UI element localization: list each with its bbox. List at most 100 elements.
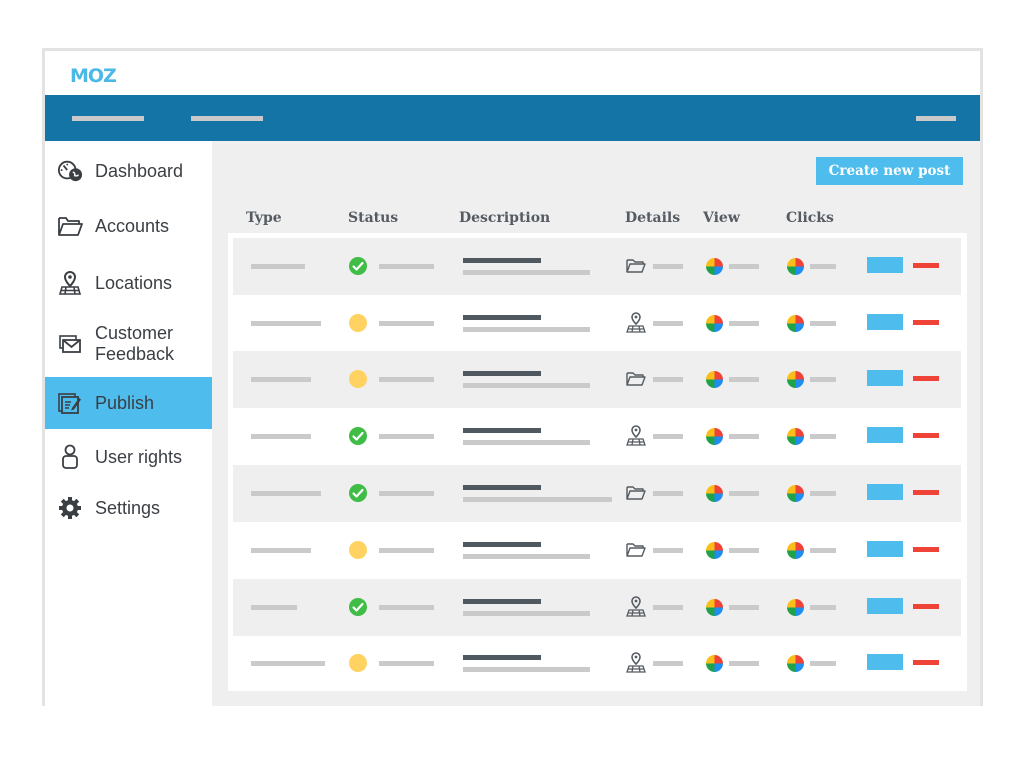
delete-post-button[interactable] xyxy=(913,263,939,268)
view-count-placeholder xyxy=(729,661,759,666)
edit-post-button[interactable] xyxy=(867,654,903,670)
sidebar-label: User rights xyxy=(95,446,183,467)
delete-post-button[interactable] xyxy=(913,490,939,495)
status-text-placeholder xyxy=(379,321,434,326)
clicks-pie-chart-icon xyxy=(787,655,804,672)
edit-post-button[interactable] xyxy=(867,314,903,330)
table-row[interactable] xyxy=(233,635,961,692)
table-row[interactable] xyxy=(233,465,961,522)
edit-post-button[interactable] xyxy=(867,257,903,273)
column-header-view[interactable]: View xyxy=(703,210,740,226)
location-pin-map-icon xyxy=(625,652,647,674)
description-text-placeholder xyxy=(463,270,590,275)
sidebar-item-settings[interactable]: Settings xyxy=(45,490,212,526)
location-pin-map-icon xyxy=(625,596,647,618)
edit-post-button[interactable] xyxy=(867,598,903,614)
table-row[interactable] xyxy=(233,238,961,295)
clicks-pie-chart-icon xyxy=(787,485,804,502)
user-icon xyxy=(57,444,83,470)
clicks-count-placeholder xyxy=(810,321,836,326)
delete-post-button[interactable] xyxy=(913,604,939,609)
sidebar-label: Locations xyxy=(95,272,173,293)
view-count-placeholder xyxy=(729,321,759,326)
nav-link-2[interactable] xyxy=(191,116,263,121)
type-placeholder xyxy=(251,264,305,269)
sidebar-label: Publish xyxy=(95,392,155,413)
view-pie-chart-icon xyxy=(706,655,723,672)
status-pending-icon xyxy=(349,654,367,672)
clicks-count-placeholder xyxy=(810,491,836,496)
sidebar-item-customer-feedback[interactable]: Customer Feedback xyxy=(45,319,212,369)
clicks-count-placeholder xyxy=(810,661,836,666)
status-check-icon xyxy=(349,484,367,502)
sidebar-item-publish[interactable]: Publish xyxy=(45,377,212,429)
description-text-placeholder xyxy=(463,667,590,672)
sidebar-item-locations[interactable]: Locations xyxy=(45,263,212,303)
details-placeholder xyxy=(653,491,683,496)
clicks-pie-chart-icon xyxy=(787,258,804,275)
top-nav-bar xyxy=(45,95,980,141)
table-row[interactable] xyxy=(233,351,961,408)
clicks-count-placeholder xyxy=(810,264,836,269)
column-header-clicks[interactable]: Clicks xyxy=(786,210,834,226)
nav-account-link[interactable] xyxy=(916,116,956,121)
table-row[interactable] xyxy=(233,522,961,579)
table-row[interactable] xyxy=(233,295,961,352)
column-header-details[interactable]: Details xyxy=(625,210,680,226)
status-check-icon xyxy=(349,598,367,616)
sidebar-label: Accounts xyxy=(95,215,170,236)
description-title-placeholder xyxy=(463,428,541,433)
status-text-placeholder xyxy=(379,434,434,439)
dashboard-globe-icon xyxy=(57,158,83,184)
clicks-pie-chart-icon xyxy=(787,542,804,559)
view-pie-chart-icon xyxy=(706,428,723,445)
sidebar-item-user-rights[interactable]: User rights xyxy=(45,439,212,475)
details-placeholder xyxy=(653,321,683,326)
location-pin-map-icon xyxy=(57,270,83,296)
table-row[interactable] xyxy=(233,408,961,465)
delete-post-button[interactable] xyxy=(913,660,939,665)
table-row[interactable] xyxy=(233,579,961,636)
description-text-placeholder xyxy=(463,554,590,559)
description-text-placeholder xyxy=(463,497,612,502)
view-count-placeholder xyxy=(729,377,759,382)
column-header-type[interactable]: Type xyxy=(246,210,282,226)
column-header-description[interactable]: Description xyxy=(459,210,550,226)
edit-post-button[interactable] xyxy=(867,427,903,443)
delete-post-button[interactable] xyxy=(913,320,939,325)
view-pie-chart-icon xyxy=(706,258,723,275)
column-header-status[interactable]: Status xyxy=(348,210,398,226)
view-pie-chart-icon xyxy=(706,315,723,332)
delete-post-button[interactable] xyxy=(913,433,939,438)
clicks-count-placeholder xyxy=(810,605,836,610)
details-placeholder xyxy=(653,548,683,553)
edit-post-button[interactable] xyxy=(867,541,903,557)
sidebar-label: Settings xyxy=(95,497,161,518)
description-title-placeholder xyxy=(463,655,541,660)
delete-post-button[interactable] xyxy=(913,376,939,381)
edit-post-button[interactable] xyxy=(867,484,903,500)
clicks-pie-chart-icon xyxy=(787,428,804,445)
status-check-icon xyxy=(349,427,367,445)
nav-link-1[interactable] xyxy=(72,116,144,121)
details-placeholder xyxy=(653,377,683,382)
type-placeholder xyxy=(251,377,311,382)
details-placeholder xyxy=(653,264,683,269)
type-placeholder xyxy=(251,661,325,666)
moz-logo[interactable]: MOZ xyxy=(70,65,117,87)
posts-table xyxy=(228,233,967,691)
folder-icon xyxy=(625,255,647,277)
clicks-count-placeholder xyxy=(810,434,836,439)
delete-post-button[interactable] xyxy=(913,547,939,552)
sidebar-item-accounts[interactable]: Accounts xyxy=(45,208,212,244)
clicks-pie-chart-icon xyxy=(787,315,804,332)
view-pie-chart-icon xyxy=(706,542,723,559)
status-text-placeholder xyxy=(379,491,434,496)
type-placeholder xyxy=(251,434,311,439)
status-text-placeholder xyxy=(379,377,434,382)
create-new-post-button[interactable]: Create new post xyxy=(816,157,963,185)
edit-post-button[interactable] xyxy=(867,370,903,386)
sidebar-label: Customer Feedback xyxy=(95,323,175,364)
description-text-placeholder xyxy=(463,383,590,388)
sidebar-item-dashboard[interactable]: Dashboard xyxy=(45,153,212,189)
